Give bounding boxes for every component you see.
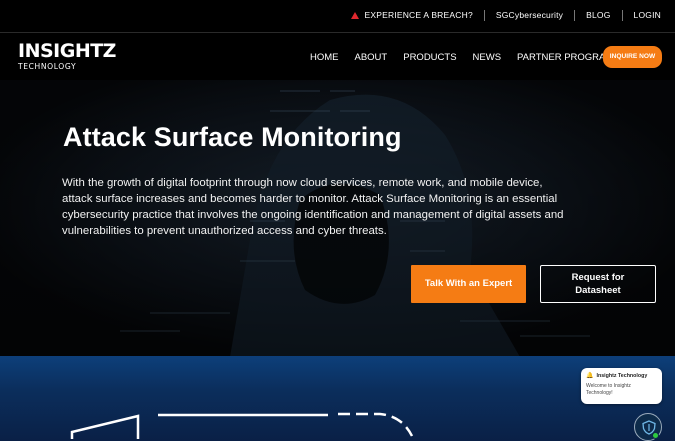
- utility-links: EXPERIENCE A BREACH? SGCybersecurity BLO…: [340, 10, 661, 21]
- insightz-logo[interactable]: INSIGHTZ TECHNOLOGY: [18, 40, 116, 75]
- request-datasheet-button[interactable]: Request for Datasheet: [540, 265, 656, 303]
- logo-subtitle: TECHNOLOGY: [18, 62, 77, 71]
- datasheet-label-line2: Datasheet: [575, 285, 621, 296]
- feature-section: [0, 356, 675, 441]
- hero-section: Attack Surface Monitoring With the growt…: [0, 80, 675, 357]
- page-title: Attack Surface Monitoring: [63, 122, 402, 152]
- sg-cybersecurity-link[interactable]: SGCybersecurity: [485, 10, 574, 21]
- warning-icon: [351, 12, 360, 19]
- bell-icon: 🔔: [586, 373, 594, 379]
- top-utility-bar: EXPERIENCE A BREACH? SGCybersecurity BLO…: [0, 0, 675, 33]
- talk-with-expert-button[interactable]: Talk With an Expert: [411, 265, 526, 303]
- inquire-now-button[interactable]: INQUIRE NOW: [603, 46, 662, 68]
- chat-popup[interactable]: 🔔 Insightz Technology Welcome to Insight…: [581, 368, 662, 404]
- chat-title: Insightz Technology: [596, 372, 648, 379]
- logo-wordmark: INSIGHTZ: [18, 40, 116, 62]
- chat-message: Welcome to Insightz Technology!: [586, 383, 631, 396]
- nav-partner-program[interactable]: PARTNER PROGRAM: [517, 52, 613, 63]
- nav-products[interactable]: PRODUCTS: [403, 52, 456, 63]
- online-status-dot: [652, 432, 659, 439]
- network-illustration: [70, 412, 414, 439]
- main-navbar: INSIGHTZ TECHNOLOGY HOME ABOUT PRODUCTS …: [0, 34, 675, 80]
- nav-home[interactable]: HOME: [310, 52, 339, 63]
- hero-description: With the growth of digital footprint thr…: [62, 177, 564, 237]
- nav-news[interactable]: NEWS: [473, 52, 502, 63]
- blog-link[interactable]: BLOG: [575, 10, 621, 21]
- login-link[interactable]: LOGIN: [623, 10, 661, 21]
- nav-about[interactable]: ABOUT: [355, 52, 388, 63]
- datasheet-label-line1: Request for: [571, 272, 625, 283]
- breach-link[interactable]: EXPERIENCE A BREACH?: [340, 10, 483, 21]
- chat-header: 🔔 Insightz Technology: [586, 372, 657, 380]
- primary-nav: HOME ABOUT PRODUCTS NEWS PARTNER PROGRAM: [310, 52, 629, 63]
- breach-label: EXPERIENCE A BREACH?: [364, 10, 473, 20]
